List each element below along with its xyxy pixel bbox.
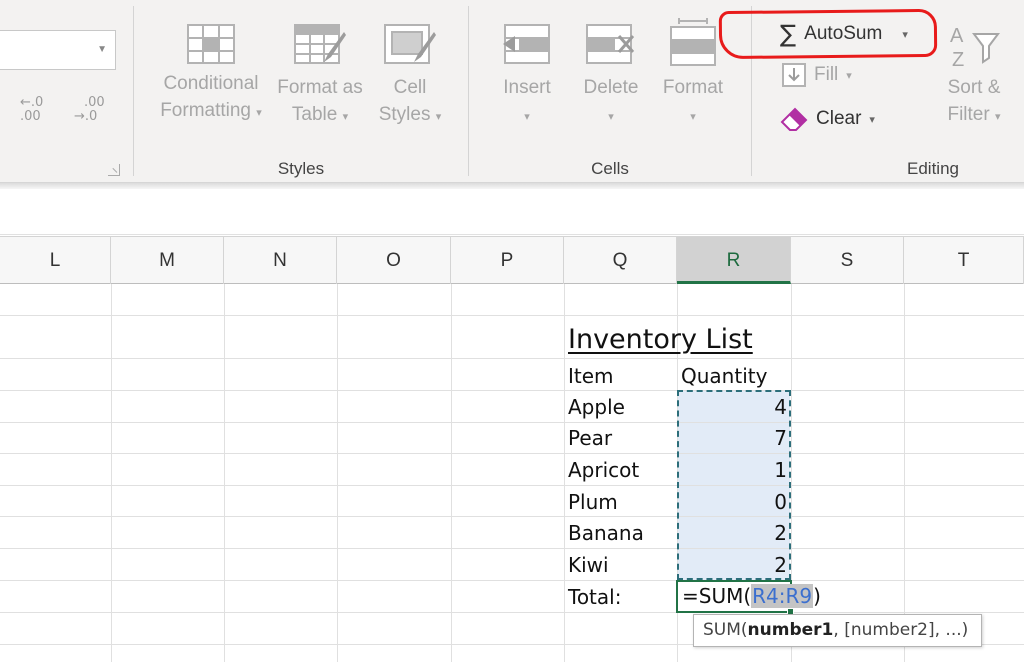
item-cell: Apricot [568,458,640,482]
column-header-l[interactable]: L [0,237,111,284]
styles-group-label: Styles [277,159,325,178]
svg-text:A: A [950,25,964,47]
quantity-cell: 2 [774,553,787,577]
header-quantity: Quantity [681,364,768,388]
item-cell: Apple [568,395,625,419]
delete-button[interactable]: Delete ▾ [574,24,648,131]
chevron-down-icon: ▾ [435,111,442,123]
format-cells-icon [670,18,716,66]
insert-button[interactable]: Insert ▾ [490,24,564,131]
fill-button[interactable]: Fill ▾ [782,63,852,87]
total-label: Total: [568,585,622,609]
column-header-p[interactable]: P [451,237,564,284]
chevron-down-icon: ▾ [994,111,1001,123]
chevron-down-icon: ▾ [524,111,530,123]
column-header-m[interactable]: M [111,237,224,284]
range-reference: R4:R9 [751,584,814,608]
conditional-formatting-button[interactable]: Conditional Formatting ▾ [150,24,272,127]
clear-button[interactable]: Clear ▾ [780,106,875,132]
cell-styles-icon [384,24,436,64]
group-separator [468,6,469,176]
sheet-title: Inventory List [568,324,753,355]
number-format-launcher-icon[interactable] [108,164,120,176]
quantity-cell: 2 [774,521,787,545]
column-header-r[interactable]: R [677,237,791,284]
cell-styles-button[interactable]: Cell Styles ▾ [372,24,448,131]
ribbon: ▼ ←.0 .00 .00 →.0 Conditional Formatting… [0,0,1024,183]
formula-bar[interactable] [0,189,1024,235]
item-cell: Banana [568,521,644,545]
eraser-icon [780,107,808,131]
delete-cells-icon [586,24,635,64]
column-header-o[interactable]: O [337,237,451,284]
cells-group-label: Cells [591,159,629,178]
group-separator [133,6,134,176]
item-cell: Plum [568,490,618,514]
chevron-down-icon: ▾ [869,113,875,126]
autosum-highlight-annotation [718,8,938,60]
chevron-down-icon: ▼ [97,44,107,55]
column-header-q[interactable]: Q [564,237,677,284]
conditional-formatting-icon [187,24,235,64]
arrow-right-icon: → [74,109,85,124]
decrease-decimal-button[interactable]: .00 →.0 [74,96,108,124]
quantity-cell: 0 [774,490,787,514]
format-as-table-button[interactable]: Format as Table ▾ [274,24,366,131]
chevron-down-icon: ▾ [690,111,696,123]
svg-text:Z: Z [952,49,964,68]
column-headers: L M N O P Q R S T [0,236,1024,284]
cell-formula[interactable]: =SUM(R4:R9) [682,584,821,608]
chevron-down-icon: ▾ [608,111,614,123]
function-tooltip: SUM(number1, [number2], ...) [693,614,982,647]
item-cell: Kiwi [568,553,609,577]
quantity-cell: 7 [774,426,787,450]
number-format-dropdown[interactable]: ▼ [0,30,116,70]
sort-filter-button[interactable]: A Z Sort & Filter ▾ [935,24,1013,131]
quantity-cell: 1 [774,458,787,482]
sort-filter-icon: A Z [950,25,1000,68]
editing-group-label: Editing [907,159,959,178]
arrow-left-icon: ← [20,95,31,110]
format-as-table-icon [294,24,346,64]
increase-decimal-button[interactable]: ←.0 .00 [20,96,54,124]
chevron-down-icon: ▾ [256,107,262,119]
insert-cells-icon [503,24,550,64]
fill-down-icon [782,63,806,87]
header-item: Item [568,364,614,388]
column-header-s[interactable]: S [791,237,904,284]
quantity-cell: 4 [774,395,787,419]
chevron-down-icon: ▾ [846,69,852,82]
column-header-t[interactable]: T [904,237,1024,284]
column-header-n[interactable]: N [224,237,337,284]
item-cell: Pear [568,426,613,450]
tooltip-current-arg[interactable]: number1 [748,620,834,640]
chevron-down-icon: ▾ [342,111,349,123]
worksheet-grid[interactable]: Inventory List Item Quantity Apple 4 Pea… [0,284,1024,662]
